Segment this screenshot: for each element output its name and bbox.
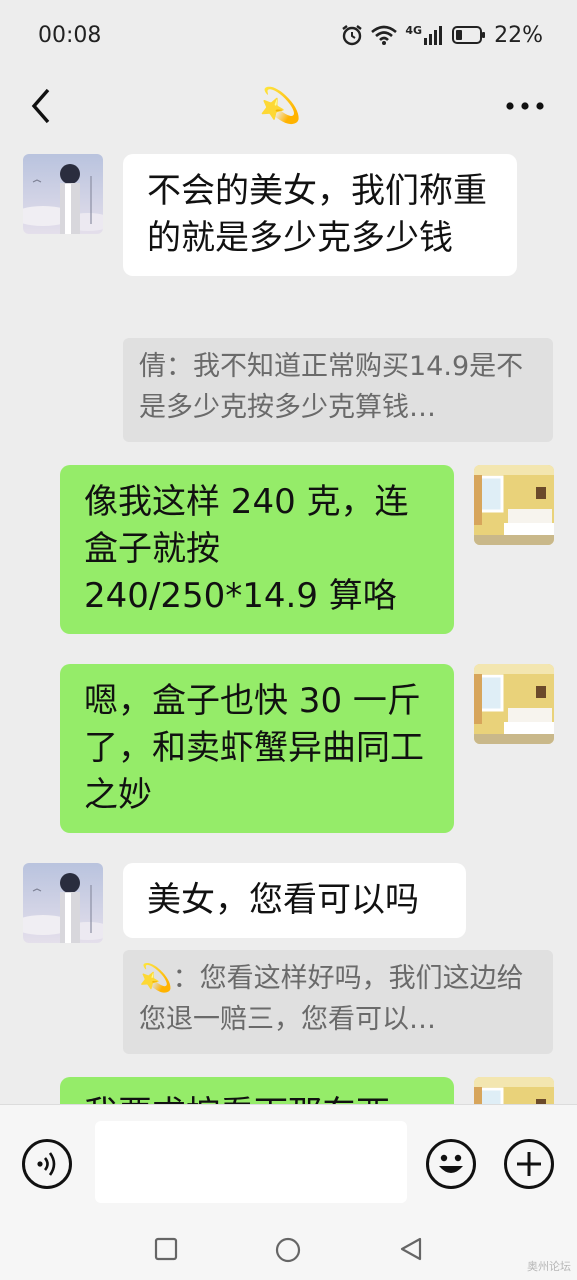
emoji-button[interactable] [426, 1139, 476, 1189]
message-text: 我要求按看下那东西 [84, 1094, 390, 1104]
alarm-icon [342, 25, 363, 46]
quoted-message[interactable]: 倩：我不知道正常购买14.9是不是多少克按多少克算钱… [123, 338, 553, 442]
wifi-icon [371, 25, 398, 45]
voice-icon [37, 1152, 56, 1176]
message-text: 美女，您看可以吗 [147, 880, 419, 920]
message-bubble-incoming[interactable]: 美女，您看可以吗 [123, 863, 466, 938]
status-icons: 4G 22% [341, 23, 543, 48]
home-icon[interactable] [274, 1236, 302, 1264]
network-type: 4G [405, 24, 423, 37]
more-icon[interactable] [505, 101, 545, 111]
input-bar [0, 1104, 577, 1224]
my-avatar[interactable] [474, 1077, 554, 1104]
recents-icon[interactable] [154, 1237, 178, 1261]
my-avatar[interactable] [474, 465, 554, 545]
message-bubble-outgoing[interactable]: 像我这样 240 克，连盒子就按 240/250*14.9 算咯 [60, 465, 454, 634]
voice-button[interactable] [22, 1139, 72, 1189]
chat-header: 💫 [0, 70, 577, 142]
clock: 00:08 [38, 22, 102, 48]
emoji-icon [439, 1154, 463, 1173]
status-bar: 00:08 4G 22% [0, 0, 577, 70]
battery-percent: 22% [494, 22, 543, 48]
message-bubble-outgoing[interactable]: 我要求按看下那东西 [60, 1077, 454, 1104]
message-bubble-incoming[interactable]: 不会的美女，我们称重的就是多少克多少钱 [123, 154, 517, 276]
watermark: 奥州论坛 [527, 1260, 571, 1273]
message-list[interactable]: 不会的美女，我们称重的就是多少克多少钱 倩：我不知道正常购买14.9是不是多少克… [0, 142, 577, 1104]
contact-avatar[interactable] [23, 863, 103, 943]
battery-icon [452, 26, 486, 44]
plus-button[interactable] [504, 1139, 554, 1189]
message-input[interactable] [95, 1121, 407, 1203]
back-icon[interactable] [26, 86, 56, 126]
quoted-text: 倩：我不知道正常购买14.9是不是多少克按多少克算钱… [139, 351, 524, 423]
system-nav-bar: 奥州论坛 [0, 1224, 577, 1280]
contact-avatar[interactable] [23, 154, 103, 234]
quoted-message[interactable]: 💫：您看这样好吗，我们这边给您退一赔三，您看可以… [123, 950, 553, 1054]
chat-title: 💫 [259, 86, 302, 126]
plus-icon [517, 1152, 541, 1176]
message-text: 不会的美女，我们称重的就是多少克多少钱 [147, 171, 487, 258]
signal-icon: 4G [405, 25, 444, 45]
message-text: 嗯，盒子也快 30 一斤了，和卖虾蟹异曲同工之妙 [84, 681, 424, 815]
my-avatar[interactable] [474, 664, 554, 744]
back-nav-icon[interactable] [398, 1236, 424, 1262]
quoted-text: 💫：您看这样好吗，我们这边给您退一赔三，您看可以… [139, 963, 524, 1035]
message-text: 像我这样 240 克，连盒子就按 240/250*14.9 算咯 [84, 482, 409, 616]
message-bubble-outgoing[interactable]: 嗯，盒子也快 30 一斤了，和卖虾蟹异曲同工之妙 [60, 664, 454, 833]
